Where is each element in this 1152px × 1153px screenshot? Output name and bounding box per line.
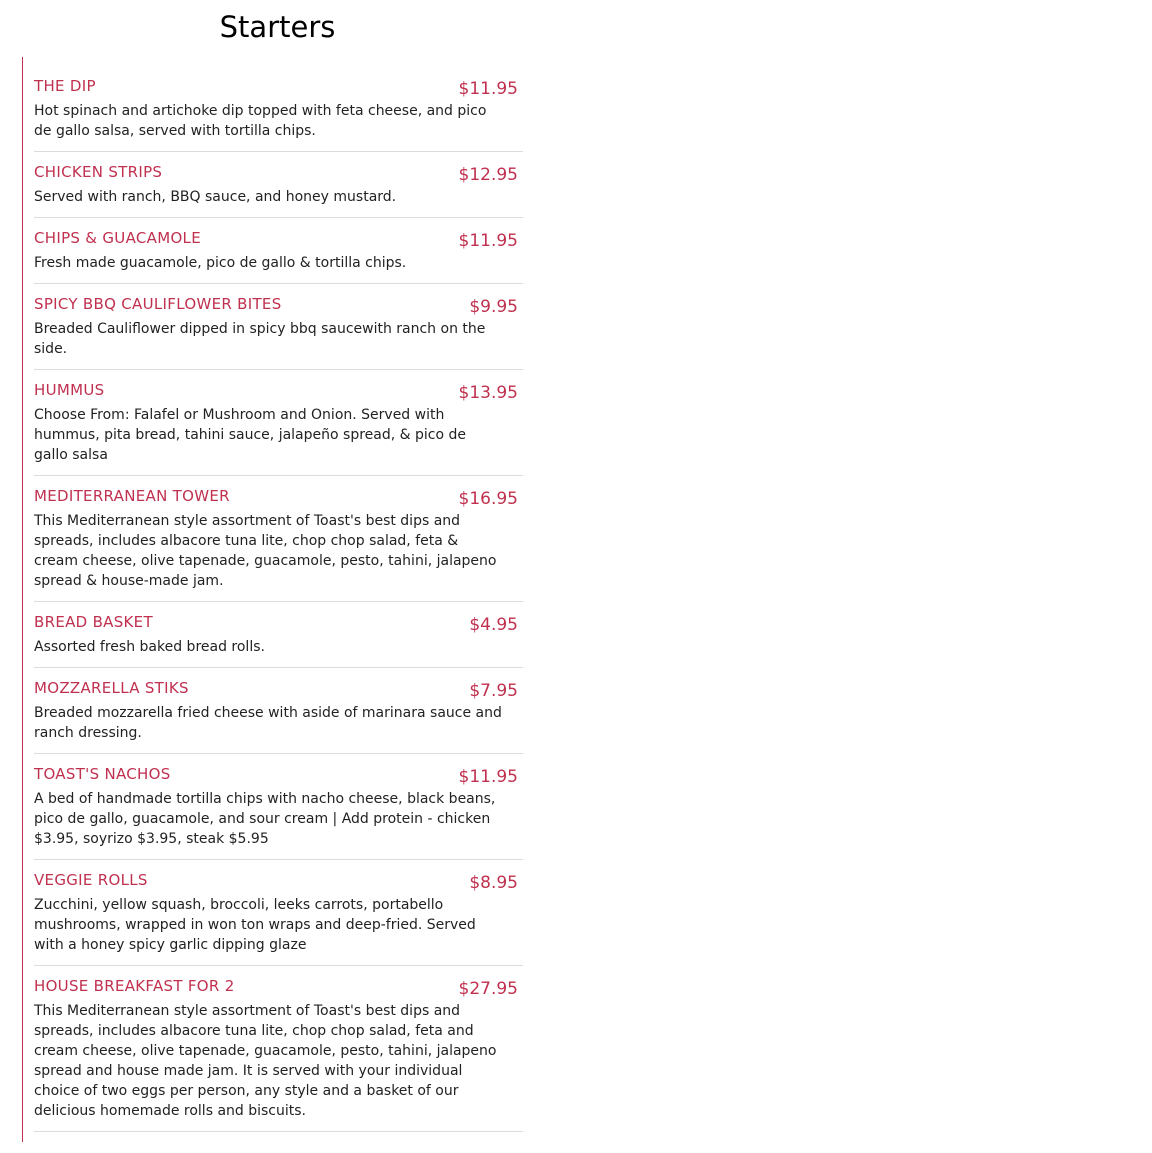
item-description: Breaded Cauliflower dipped in spicy bbq … (34, 321, 486, 357)
item-name: CHICKEN STRIPS (34, 163, 163, 181)
item-name: TOAST'S NACHOS (34, 765, 171, 783)
item-name: MEDITERRANEAN TOWER (34, 487, 230, 505)
menu-item: CHICKEN STRIPS $12.95 Served with ranch,… (34, 163, 523, 218)
item-description: Hot spinach and artichoke dip topped wit… (34, 103, 487, 139)
menu-item: HOUSE BREAKFAST FOR 2 $27.95 This Medite… (34, 977, 523, 1132)
item-name: HOUSE BREAKFAST FOR 2 (34, 977, 235, 995)
page-title: Starters (219, 10, 336, 44)
item-name: SPICY BBQ CAULIFLOWER BITES (34, 295, 282, 313)
item-description: Assorted fresh baked bread rolls. (34, 639, 265, 655)
menu-item: HUMMUS $13.95 Choose From: Falafel or Mu… (34, 381, 523, 476)
item-description: Fresh made guacamole, pico de gallo & to… (34, 255, 407, 271)
item-price: $13.95 (458, 383, 518, 403)
item-description: Zucchini, yellow squash, broccoli, leeks… (34, 897, 476, 953)
item-description: This Mediterranean style assortment of T… (34, 1003, 497, 1119)
menu-item: SPICY BBQ CAULIFLOWER BITES $9.95 Breade… (34, 295, 523, 370)
item-name: HUMMUS (34, 381, 105, 399)
item-name: THE DIP (34, 77, 96, 95)
menu-item: THE DIP $11.95 Hot spinach and artichoke… (34, 77, 523, 152)
menu-item: VEGGIE ROLLS $8.95 Zucchini, yellow squa… (34, 871, 523, 966)
item-name: MOZZARELLA STIKS (34, 679, 189, 697)
item-price: $12.95 (458, 165, 518, 185)
item-price: $9.95 (469, 297, 518, 317)
item-description: Breaded mozzarella fried cheese with asi… (34, 705, 502, 741)
item-name: VEGGIE ROLLS (34, 871, 148, 889)
menu-item: CHIPS & GUACAMOLE $11.95 Fresh made guac… (34, 229, 523, 284)
item-name: CHIPS & GUACAMOLE (34, 229, 201, 247)
item-description: Choose From: Falafel or Mushroom and Oni… (34, 407, 466, 463)
item-description: Served with ranch, BBQ sauce, and honey … (34, 189, 397, 205)
item-price: $16.95 (458, 489, 518, 509)
item-price: $27.95 (458, 979, 518, 999)
menu-list: THE DIP $11.95 Hot spinach and artichoke… (22, 57, 523, 1142)
item-price: $8.95 (469, 873, 518, 893)
item-price: $11.95 (458, 767, 518, 787)
menu-item: TOAST'S NACHOS $11.95 A bed of handmade … (34, 765, 523, 860)
item-description: A bed of handmade tortilla chips with na… (34, 791, 496, 847)
item-price: $11.95 (458, 79, 518, 99)
menu-item: BREAD BASKET $4.95 Assorted fresh baked … (34, 613, 523, 668)
item-description: This Mediterranean style assortment of T… (34, 513, 497, 589)
menu-item: MEDITERRANEAN TOWER $16.95 This Mediterr… (34, 487, 523, 602)
menu-item: MOZZARELLA STIKS $7.95 Breaded mozzarell… (34, 679, 523, 754)
item-price: $4.95 (469, 615, 518, 635)
item-name: BREAD BASKET (34, 613, 153, 631)
item-price: $11.95 (458, 231, 518, 251)
item-price: $7.95 (469, 681, 518, 701)
